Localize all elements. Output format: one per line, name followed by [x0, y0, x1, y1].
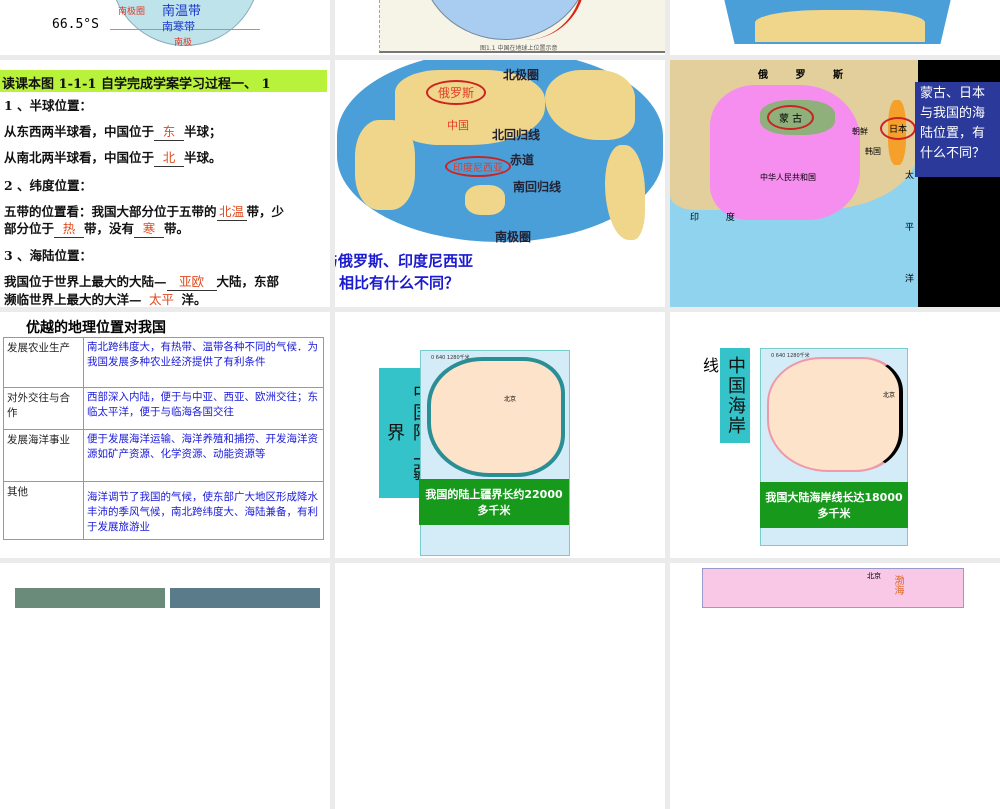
line-4: 部分位于热带，没有寒带。 — [4, 218, 189, 238]
antarctic-circle-label: 南极圈 — [495, 230, 532, 244]
section-hemisphere: 1 、半球位置： — [4, 98, 93, 113]
tropic-of-cancer-label: 北回归线 — [492, 128, 541, 142]
slide-thumbnail-1[interactable]: 66.5°S 南极圈 南温带 南寒带 南极 — [0, 0, 330, 55]
slide-title: 读课本图 1-1-1 自学完成学案学习过程一、 1 — [0, 70, 327, 92]
text: 从南北两半球看，中国位于 — [4, 150, 155, 165]
coastline — [767, 357, 903, 472]
pole-label: 南极 — [174, 38, 193, 48]
scale-bar: 0 640 1280千米 — [431, 355, 470, 361]
slide-thumbnail-2[interactable]: 图1.1 中国在地球上位置示意 — [335, 0, 665, 55]
south-america — [605, 145, 645, 240]
slide-thumbnail-9[interactable]: 线 中国海岸 0 640 1280千米 北京 我国大陆海岸线长达18000多千米 — [670, 312, 1000, 558]
japan-label: 日本 — [880, 117, 917, 140]
line-2: 从南北两半球看，中国位于北半球。 — [4, 147, 222, 167]
line-1: 从东西两半球看，中国位于东半球； — [4, 121, 222, 141]
row-value: 便于发展海洋运输、海洋养殖和捕捞、开发海洋资源如矿产资源、化学资源、动能资源等 — [83, 429, 324, 482]
advantages-table: 发展农业生产 南北跨纬度大，有热带、温带各种不同的气候．为我国发展多种农业经济提供… — [3, 337, 324, 540]
photo-2 — [170, 588, 320, 608]
south-korea-label: 韩国 — [865, 147, 881, 156]
answer-frigid: 寒 — [134, 218, 165, 238]
stray-char: 线 — [703, 356, 720, 375]
beijing-label: 北京 — [504, 396, 517, 403]
border-length-banner: 我国的陆上疆界长约22000多千米 — [419, 479, 569, 525]
north-korea-label: 朝鲜 — [852, 127, 868, 136]
slide-thumbnail-5[interactable]: 北极圈 俄罗斯 中国 北回归线 赤道 印度尼西亚 南回归线 南极圈 与俄罗斯、印… — [335, 60, 665, 307]
row-key: 发展农业生产 — [3, 337, 84, 388]
pacific-label: 太 平 洋 — [903, 170, 913, 303]
row-key: 其他 — [3, 481, 84, 540]
tropic-of-capricorn-label: 南回归线 — [513, 180, 562, 194]
text: 半球； — [184, 124, 222, 139]
text: 濒临世界上最大的大洋— — [4, 292, 142, 307]
text: 从东西两半球看，中国位于 — [4, 124, 155, 139]
land-border — [427, 357, 565, 477]
australia — [465, 185, 505, 215]
bohai-label: 渤海 — [892, 575, 903, 595]
text: 带，少 — [246, 204, 285, 219]
antarctica — [755, 10, 925, 42]
beijing-label: 北京 — [883, 392, 896, 399]
slide-thumbnail-3[interactable] — [670, 0, 1000, 55]
india-label: 印 度 — [690, 213, 747, 223]
prc-label: 中华人民共和国 — [760, 173, 816, 182]
slide-thumbnail-6[interactable]: 俄 罗 斯 蒙 古 日本 朝鲜 韩国 中华人民共和国 印 度 太 平 洋 蒙古、… — [670, 60, 1000, 307]
beijing-label: 北京 — [867, 572, 881, 580]
table-row: 其他 海洋调节了我国的气候，使东部广大地区形成降水丰沛的季风气候，南北跨纬度大、海… — [3, 481, 324, 540]
text: 带，没有 — [84, 221, 135, 236]
question-line-2: 相比有什么不同？ — [339, 274, 460, 292]
line-6: 濒临世界上最大的大洋— 太平 洋。 — [4, 289, 207, 307]
table-row: 发展农业生产 南北跨纬度大，有热带、温带各种不同的气候．为我国发展多种农业经济提供… — [3, 337, 324, 388]
indonesia-label: 印度尼西亚 — [445, 156, 511, 177]
row-key: 对外交往与合作 — [3, 387, 84, 430]
question-box: 蒙古、日本与我国的海陆位置，有什么不同？ — [915, 82, 1000, 177]
table-row: 对外交往与合作 西部深入内陆，便于与中亚、西亚、欧洲交往；东临太平洋，便于与临海各… — [3, 387, 324, 430]
frigid-zone-label: 南寒带 — [162, 20, 195, 33]
row-value: 西部深入内陆，便于与中亚、西亚、欧洲交往；东临太平洋，便于与临海各国交往 — [83, 387, 324, 430]
equator-label: 赤道 — [510, 153, 535, 167]
figure-caption: 图1.1 中国在地球上位置示意 — [480, 45, 558, 52]
slide-thumbnail-4[interactable]: 读课本图 1-1-1 自学完成学案学习过程一、 1 1 、半球位置： 从东西两半… — [0, 60, 330, 307]
scale-bar: 0 640 1280千米 — [771, 353, 810, 359]
arctic-circle-label: 北极圈 — [503, 68, 540, 82]
text: 部分位于 — [4, 221, 55, 236]
section-latitude: 2 、纬度位置： — [4, 178, 93, 193]
photo-1 — [15, 588, 165, 608]
slide-thumbnail-8[interactable]: 中国陆上疆界 0 640 1280千米 北京 我国的陆上疆界长约22000多千米 — [335, 312, 665, 558]
mongolia-label: 蒙 古 — [767, 105, 815, 130]
polar-circle-label: 南极圈 — [118, 7, 146, 17]
section-land-sea: 3 、海陆位置： — [4, 248, 93, 263]
row-key: 发展海洋事业 — [3, 429, 84, 482]
row-value: 南北跨纬度大，有热带、温带各种不同的气候．为我国发展多种农业经济提供了有利条件 — [83, 337, 324, 388]
answer-tropical: 热 — [54, 218, 85, 238]
text: 洋。 — [181, 292, 207, 307]
question-line-1: 与俄罗斯、印度尼西亚 — [335, 252, 474, 270]
text: 带。 — [164, 221, 190, 236]
table-row: 发展海洋事业 便于发展海洋运输、海洋养殖和捕捞、开发海洋资源如矿产资源、化学资源、… — [3, 429, 324, 482]
answer-pacific: 太平 — [142, 289, 182, 307]
text: 大陆，东部 — [216, 274, 280, 289]
line-5: 我国位于世界上最大的大陆— 亚欧 大陆，东部 — [4, 271, 279, 291]
text: 半球。 — [184, 150, 222, 165]
row-value: 海洋调节了我国的气候，使东部广大地区形成降水丰沛的季风气候，南北跨纬度大、海陆兼… — [83, 481, 324, 540]
latitude-label: 66.5°S — [52, 17, 99, 32]
china-label: 中国 — [447, 119, 469, 132]
coastline-length-banner: 我国大陆海岸线长达18000多千米 — [760, 482, 908, 528]
answer-north: 北 — [154, 147, 185, 167]
china-map — [702, 568, 964, 608]
vertical-title: 中国海岸 — [720, 348, 750, 443]
slide-title: 优越的地理位置对我国 — [26, 320, 166, 336]
answer-east: 东 — [154, 121, 185, 141]
temperate-zone-label: 南温带 — [162, 4, 202, 19]
russia-label: 俄罗斯 — [426, 80, 487, 105]
text: 我国位于世界上最大的大陆— — [4, 274, 167, 289]
text: 五带的位置看：我国大部分位于五带的 — [4, 204, 217, 219]
russia-label: 俄 罗 斯 — [758, 70, 855, 81]
answer-eurasia: 亚欧 — [166, 271, 217, 291]
slide-thumbnail-7[interactable]: 优越的地理位置对我国 发展农业生产 南北跨纬度大，有热带、温带各种不同的气候．为我… — [0, 312, 330, 558]
answer-north-temperate: 北温 — [216, 201, 247, 221]
